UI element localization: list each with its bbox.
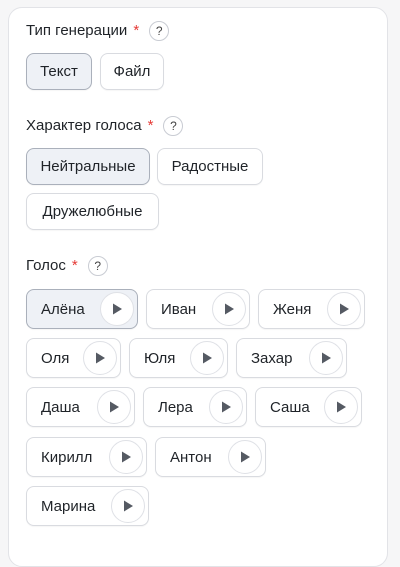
play-icon[interactable]: [228, 440, 262, 474]
voice-title: Голос * ?: [26, 256, 108, 276]
voice-option[interactable]: Иван: [146, 289, 250, 329]
generation-option-label: Файл: [113, 63, 151, 80]
generation-type-label: Тип генерации: [26, 22, 128, 39]
voice-option[interactable]: Саша: [255, 387, 362, 427]
voice-option-label: Алёна: [41, 300, 85, 318]
voice-option-label: Антон: [170, 448, 212, 466]
voice-character-label: Характер голоса: [26, 117, 142, 134]
play-icon[interactable]: [100, 292, 134, 326]
help-icon[interactable]: ?: [87, 256, 108, 276]
character-option-label: Дружелюбные: [42, 203, 143, 220]
voice-option-label: Саша: [270, 398, 310, 416]
play-icon[interactable]: [309, 341, 343, 375]
voice-option-label: Лера: [158, 398, 193, 416]
voice-option-label: Захар: [251, 349, 293, 367]
voice-option[interactable]: Лера: [143, 387, 247, 427]
voice-label: Голос: [26, 257, 66, 274]
voice-option-label: Иван: [161, 300, 197, 318]
voice-option[interactable]: Женя: [258, 289, 365, 329]
voice-option[interactable]: Даша: [26, 387, 135, 427]
character-option-friendly[interactable]: Дружелюбные: [26, 193, 159, 230]
voice-option-label: Марина: [41, 497, 96, 515]
play-icon[interactable]: [327, 292, 361, 326]
settings-card: [8, 7, 388, 567]
play-icon[interactable]: [209, 390, 243, 424]
voice-character-title: Характер голоса * ?: [26, 116, 184, 136]
generation-option-label: Текст: [40, 63, 78, 80]
voice-option[interactable]: Алёна: [26, 289, 138, 329]
character-option-neutral[interactable]: Нейтральные: [26, 148, 150, 185]
voice-option-label: Кирилл: [41, 448, 93, 466]
voice-option[interactable]: Оля: [26, 338, 121, 378]
voice-option-label: Женя: [273, 300, 312, 318]
help-icon[interactable]: ?: [163, 116, 184, 136]
voice-option-label: Юля: [144, 349, 176, 367]
voice-option[interactable]: Юля: [129, 338, 228, 378]
required-mark: *: [71, 257, 78, 274]
voice-option[interactable]: Марина: [26, 486, 149, 526]
voice-option[interactable]: Антон: [155, 437, 266, 477]
play-icon[interactable]: [97, 390, 131, 424]
generation-option-file[interactable]: Файл: [100, 53, 164, 90]
voice-option[interactable]: Захар: [236, 338, 347, 378]
character-option-label: Нейтральные: [40, 158, 136, 175]
voice-option-label: Даша: [41, 398, 80, 416]
play-icon[interactable]: [109, 440, 143, 474]
play-icon[interactable]: [324, 390, 358, 424]
voice-option-label: Оля: [41, 349, 70, 367]
voice-option[interactable]: Кирилл: [26, 437, 147, 477]
generation-type-title: Тип генерации * ?: [26, 21, 170, 41]
character-option-joyful[interactable]: Радостные: [157, 148, 263, 185]
play-icon[interactable]: [190, 341, 224, 375]
required-mark: *: [147, 117, 154, 134]
generation-option-text[interactable]: Текст: [26, 53, 92, 90]
play-icon[interactable]: [83, 341, 117, 375]
play-icon[interactable]: [111, 489, 145, 523]
character-option-label: Радостные: [171, 158, 249, 175]
required-mark: *: [133, 22, 140, 39]
help-icon[interactable]: ?: [149, 21, 170, 41]
play-icon[interactable]: [212, 292, 246, 326]
